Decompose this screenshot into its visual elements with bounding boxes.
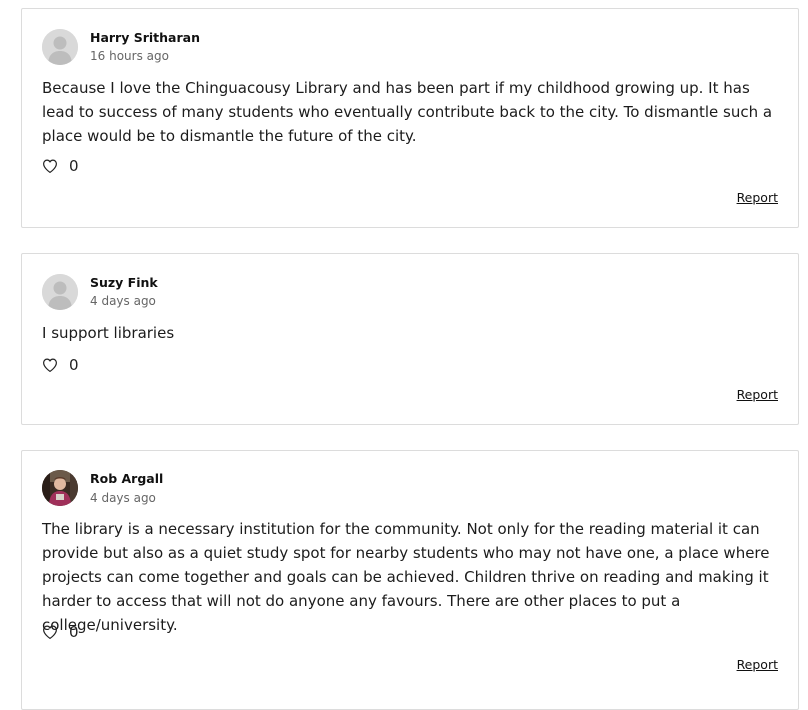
- comment-card: Rob Argall 4 days ago The library is a n…: [21, 450, 799, 710]
- comment-text: I support libraries: [42, 324, 175, 342]
- heart-icon[interactable]: [41, 356, 59, 374]
- heart-icon[interactable]: [41, 157, 59, 175]
- report-link[interactable]: Report: [737, 657, 778, 672]
- default-avatar-icon: [42, 29, 78, 65]
- like-count: 0: [69, 356, 79, 374]
- comment-timestamp: 4 days ago: [90, 491, 156, 505]
- comment-timestamp: 4 days ago: [90, 294, 156, 308]
- comment-text: Because I love the Chinguacousy Library …: [42, 79, 773, 145]
- like-count: 0: [69, 157, 79, 175]
- default-avatar-icon: [42, 274, 78, 310]
- report-link[interactable]: Report: [737, 387, 778, 402]
- comment-card: Suzy Fink 4 days ago I support libraries…: [21, 253, 799, 425]
- comment-card: Harry Sritharan 16 hours ago Because I l…: [21, 8, 799, 228]
- comment-author: Harry Sritharan: [90, 30, 200, 45]
- like-count: 0: [69, 623, 79, 641]
- like-control: 0: [41, 623, 79, 641]
- heart-icon[interactable]: [41, 623, 59, 641]
- comment-timestamp: 16 hours ago: [90, 49, 169, 63]
- photo-avatar: [42, 470, 78, 506]
- report-link[interactable]: Report: [737, 190, 778, 205]
- like-control: 0: [41, 157, 79, 175]
- comment-text: The library is a necessary institution f…: [42, 520, 770, 634]
- comment-author: Rob Argall: [90, 471, 164, 486]
- comment-author: Suzy Fink: [90, 275, 158, 290]
- like-control: 0: [41, 356, 79, 374]
